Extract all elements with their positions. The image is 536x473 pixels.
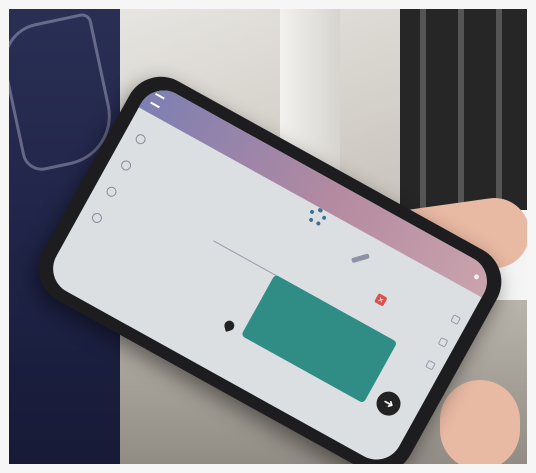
gate-bar	[496, 0, 502, 210]
radio-icon[interactable]	[133, 132, 148, 147]
list-item-label	[123, 196, 126, 201]
radio-icon[interactable]	[119, 158, 133, 173]
gate-bar	[458, 0, 464, 210]
iron-gate-background	[400, 0, 536, 210]
back-icon[interactable]	[425, 359, 436, 371]
list-item-label	[109, 223, 112, 228]
menu-icon[interactable]	[150, 92, 165, 109]
close-icon[interactable]: ×	[374, 293, 388, 307]
radio-icon[interactable]	[104, 184, 119, 199]
recent-apps-icon[interactable]	[450, 314, 462, 326]
location-pin-icon[interactable]	[223, 319, 236, 332]
gate-bar	[420, 0, 426, 210]
status-indicator	[473, 273, 480, 281]
list-item-label	[138, 170, 141, 175]
list-item-label	[152, 144, 155, 149]
hand-fingers	[440, 380, 520, 470]
home-icon[interactable]	[437, 336, 449, 348]
photo-scene: × ➜	[0, 0, 536, 473]
pencil-icon[interactable]	[351, 253, 370, 264]
radio-icon[interactable]	[90, 211, 104, 225]
